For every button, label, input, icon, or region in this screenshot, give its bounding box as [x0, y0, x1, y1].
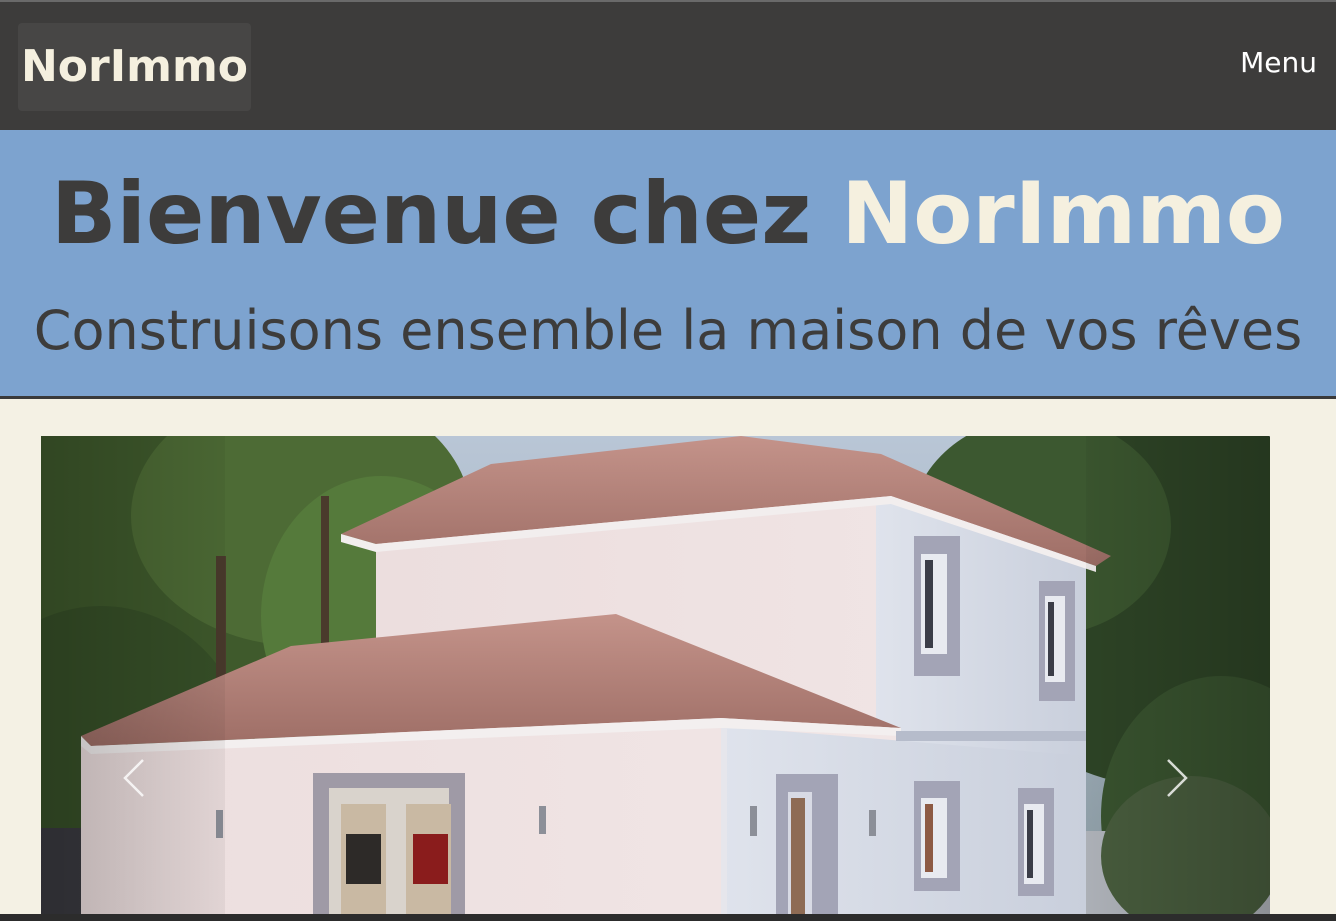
chevron-left-icon [123, 759, 144, 797]
image-carousel [41, 436, 1270, 914]
hero-title-prefix: Bienvenue chez [50, 164, 812, 264]
bottom-edge [0, 914, 1336, 921]
carousel-next-button[interactable] [1086, 436, 1270, 914]
chevron-right-icon [1167, 759, 1188, 797]
carousel-prev-button[interactable] [41, 436, 225, 914]
hero-subtitle: Construisons ensemble la maison de vos r… [33, 299, 1303, 362]
brand-logo[interactable]: NorImmo [18, 23, 251, 111]
hero-banner: Bienvenue chez NorImmo Construisons ense… [0, 130, 1336, 399]
hero-title-brand: NorImmo [841, 164, 1285, 264]
menu-button[interactable]: Menu [1240, 46, 1317, 79]
navbar: NorImmo Menu [0, 2, 1336, 130]
hero-title: Bienvenue chez NorImmo [0, 164, 1336, 264]
